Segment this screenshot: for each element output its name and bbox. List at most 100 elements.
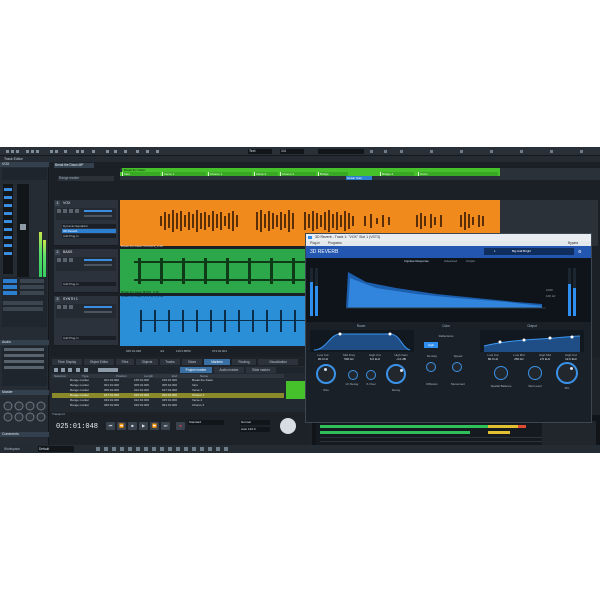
track-name[interactable]: BASS (62, 250, 92, 255)
room-value-midfreq[interactable]: 500 Hz (336, 357, 362, 361)
snap-selector[interactable]: 1/4 (280, 149, 304, 154)
output-value-highmid[interactable]: 2.5 kHz (532, 357, 558, 361)
tab-markers[interactable]: Markers (204, 359, 230, 365)
guitar-solo-marker[interactable]: Guitar Solo (346, 176, 372, 180)
search-input[interactable] (318, 149, 364, 154)
forward-to-end-button[interactable]: ⏭ (161, 422, 170, 430)
fader-handle[interactable] (20, 224, 26, 230)
track-inspector: VOX Audio Master Comments (0, 162, 49, 446)
tab-impulse-response[interactable]: Impulse Response (404, 259, 429, 264)
toolbar-icon-strip[interactable] (6, 149, 186, 154)
marker-verse-1[interactable]: Verse 1 (162, 172, 206, 176)
inspector-section-audio[interactable]: Audio (0, 340, 49, 345)
project-selector[interactable]: Text (248, 149, 272, 154)
track-controls[interactable] (56, 257, 116, 271)
marker-bridge-2[interactable]: Bridge 2 (380, 172, 414, 176)
rewind-to-start-button[interactable]: ⏮ (106, 422, 115, 430)
audio-section-body[interactable] (2, 346, 47, 386)
rewind-button[interactable]: ⏪ (117, 422, 126, 430)
inspector-controls[interactable] (2, 168, 47, 180)
track-header-bass[interactable]: 2 BASS Add Plug-in (54, 249, 118, 293)
status-end: 074:01:001 (212, 349, 228, 353)
reflection-high-button[interactable]: High (424, 342, 438, 348)
tab-advanced[interactable]: Advanced (444, 259, 457, 264)
track-controls[interactable] (56, 208, 116, 220)
inspector-track-label: VOX (0, 162, 49, 167)
decay-knob[interactable] (386, 364, 406, 384)
channel-knobs[interactable] (3, 184, 13, 274)
tab-output[interactable]: Output (466, 259, 475, 264)
workspace-select[interactable]: Default (38, 446, 74, 452)
subtab-audio-marker[interactable]: Audio marker (214, 367, 244, 373)
plugin-slot-2[interactable]: 3D Reverb (62, 229, 116, 233)
stop-button[interactable]: ■ (128, 422, 137, 430)
output-value-highcut[interactable]: 12.0 kHz (558, 357, 584, 361)
jog-wheel[interactable] (280, 418, 296, 434)
add-plugin-slot[interactable]: Add Plug-in (62, 282, 116, 286)
room-eq-curve[interactable] (310, 330, 414, 352)
settings-icon[interactable]: ⚙ (578, 249, 583, 254)
size-knob[interactable] (316, 364, 336, 384)
cell-position: 045:01:000 (104, 403, 120, 407)
mix-knob[interactable] (556, 362, 578, 384)
output-value-lowcut[interactable]: 80.0 Hz (480, 357, 506, 361)
track-header-vox[interactable]: 1 VOX Dynamic Equalizer 3D Reverb Add Pl… (54, 200, 118, 246)
tab-routing[interactable]: Routing (232, 359, 256, 365)
room-value-highgain[interactable]: -4.0 dB (388, 357, 414, 361)
play-button[interactable]: ▶ (139, 422, 148, 430)
inspector-comments[interactable]: Comments (0, 432, 49, 437)
marker-verse-2[interactable]: Verse 2 (254, 172, 278, 176)
track-controls[interactable] (56, 304, 116, 318)
record-button[interactable]: ● (176, 422, 185, 430)
inspector-section-master[interactable]: Master (0, 390, 49, 395)
xover-knob[interactable] (366, 370, 376, 380)
tab-visualization[interactable]: Visualization (258, 359, 298, 365)
lf-decay-knob[interactable] (348, 370, 358, 380)
marker-chorus-2[interactable]: Chorus 2 (280, 172, 316, 176)
wet-level-knob[interactable] (528, 366, 542, 380)
inspector-sends[interactable] (2, 277, 47, 327)
tempo-value-field[interactable]: Auto 120.0 (240, 427, 270, 432)
density-knob[interactable] (426, 362, 436, 372)
toolbar-icons (6, 149, 186, 154)
room-value-highcut[interactable]: 6.6 kHz (362, 357, 388, 361)
output-eq-curve[interactable] (480, 330, 584, 352)
marker-intro[interactable]: Intro (122, 172, 160, 176)
track-name[interactable]: SYNTH 1 (62, 297, 92, 302)
status-icons[interactable] (96, 446, 316, 452)
main-toolbar: Text 1/4 (0, 147, 600, 156)
add-plugin-slot[interactable]: Add Plug-in (62, 234, 116, 238)
spatial-balance-knob[interactable] (494, 366, 508, 380)
tab-files[interactable]: Files (116, 359, 134, 365)
add-plugin-slot[interactable]: Add Plug-in (62, 336, 116, 340)
preset-selector[interactable]: 1 Big Hall Bright (484, 248, 574, 255)
tab-objects[interactable]: Objects (136, 359, 158, 365)
tab-tracks[interactable]: Tracks (160, 359, 180, 365)
marker-outro[interactable]: Outro (418, 172, 498, 176)
track-name[interactable]: VOX (62, 201, 92, 206)
timeline-ruler[interactable]: Break the Dawn Intro Verse 1 Chorus 1 Ve… (120, 168, 600, 180)
master-knobs[interactable] (2, 398, 47, 424)
forward-button[interactable]: ⏩ (150, 422, 159, 430)
speed-knob[interactable] (452, 362, 462, 372)
toolbar-right-icons[interactable] (370, 149, 590, 154)
transport-label: Transport (52, 412, 65, 416)
project-tab[interactable]: Break the Dawn.MP (54, 163, 94, 168)
tab-takes[interactable]: Takes (182, 359, 202, 365)
tab-time-display[interactable]: Time Display (52, 359, 82, 365)
tempo-mode-select[interactable]: Normal (240, 420, 270, 425)
track-header-synth[interactable]: 3 SYNTH 1 Add Plug-in (54, 296, 118, 346)
marker-bridge[interactable]: Bridge (318, 172, 348, 176)
output-value-lowmid[interactable]: 250 Hz (506, 357, 532, 361)
table-row[interactable]: Range marker 045:01:000 016:01:000 061:0… (52, 403, 284, 408)
tab-object-editor[interactable]: Object Editor (84, 359, 114, 365)
record-mode-select[interactable]: Standard (188, 420, 224, 425)
subtab-slide-marker[interactable]: Slide marker (246, 367, 276, 373)
subtab-project-marker[interactable]: Project marker (180, 367, 212, 373)
plugin-slot-1[interactable]: Dynamic Equalizer (62, 224, 116, 228)
marker-tool-icons[interactable] (52, 367, 132, 373)
room-value-lowcut[interactable]: 20.0 Hz (310, 357, 336, 361)
marker-chorus-1[interactable]: Chorus 1 (208, 172, 252, 176)
label-wet-level: Wet Level (528, 384, 542, 388)
plugin-name: 3D REVERB (310, 249, 339, 255)
